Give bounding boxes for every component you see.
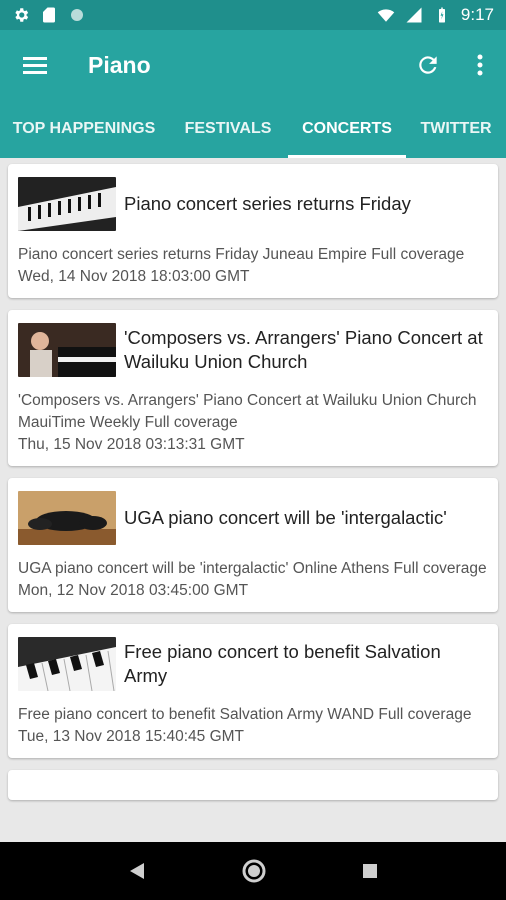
sd-card-icon	[43, 7, 55, 23]
page-title: Piano	[88, 51, 151, 78]
system-nav-bar	[0, 842, 506, 900]
wifi-icon	[377, 9, 395, 22]
status-time: 9:17	[460, 5, 494, 24]
article-thumbnail	[18, 637, 116, 691]
circle-icon	[71, 9, 83, 21]
article-description: Free piano concert to benefit Salvation …	[18, 706, 472, 723]
article-card[interactable]: Free piano concert to benefit Salvation …	[8, 624, 498, 758]
article-description: Piano concert series returns Friday June…	[18, 246, 465, 263]
tab-festivals[interactable]: FESTIVALS	[168, 100, 288, 158]
gear-icon	[15, 8, 29, 22]
tab-concerts[interactable]: CONCERTS	[288, 100, 406, 158]
article-card[interactable]: 'Composers vs. Arrangers' Piano Concert …	[8, 310, 498, 466]
back-icon[interactable]	[126, 860, 148, 882]
refresh-icon	[419, 56, 437, 74]
article-title: UGA piano concert will be 'intergalactic…	[124, 507, 447, 528]
article-title: Piano concert series returns Friday	[124, 193, 411, 214]
battery-icon	[438, 7, 445, 23]
article-date: Wed, 14 Nov 2018 18:03:00 GMT	[18, 268, 250, 285]
article-title: 'Composers vs. Arrangers' Piano Concert …	[124, 327, 483, 372]
tab-twitter[interactable]: TWITTER	[406, 100, 506, 158]
article-card[interactable]: UGA piano concert will be 'intergalactic…	[8, 478, 498, 612]
article-description: UGA piano concert will be 'intergalactic…	[18, 560, 487, 577]
article-list: Piano concert series returns Friday Pian…	[0, 158, 506, 842]
article-date: Tue, 13 Nov 2018 15:40:45 GMT	[18, 728, 245, 745]
article-date: Thu, 15 Nov 2018 03:13:31 GMT	[18, 436, 245, 453]
article-date: Mon, 12 Nov 2018 03:45:00 GMT	[18, 582, 249, 599]
signal-icon	[406, 7, 422, 23]
article-description: 'Composers vs. Arrangers' Piano Concert …	[18, 392, 477, 431]
menu-icon	[23, 57, 47, 74]
menu-button[interactable]	[0, 30, 70, 100]
more-vert-icon	[477, 54, 483, 76]
article-title: Free piano concert to benefit Salvation …	[124, 641, 441, 686]
tab-top-happenings[interactable]: TOP HAPPENINGS	[0, 100, 168, 158]
more-options-button[interactable]	[454, 30, 506, 100]
article-thumbnail	[18, 177, 116, 231]
article-card[interactable]: Piano concert series returns Friday Pian…	[8, 164, 498, 298]
home-icon[interactable]	[241, 858, 267, 884]
article-card[interactable]	[8, 770, 498, 800]
tab-bar: TOP HAPPENINGS FESTIVALS CONCERTS TWITTE…	[0, 100, 506, 158]
app-bar: Piano	[0, 30, 506, 100]
article-thumbnail	[18, 491, 116, 545]
article-thumbnail	[18, 323, 116, 377]
status-bar: 9:17	[0, 0, 506, 30]
refresh-button[interactable]	[402, 30, 454, 100]
recents-icon[interactable]	[360, 861, 380, 881]
